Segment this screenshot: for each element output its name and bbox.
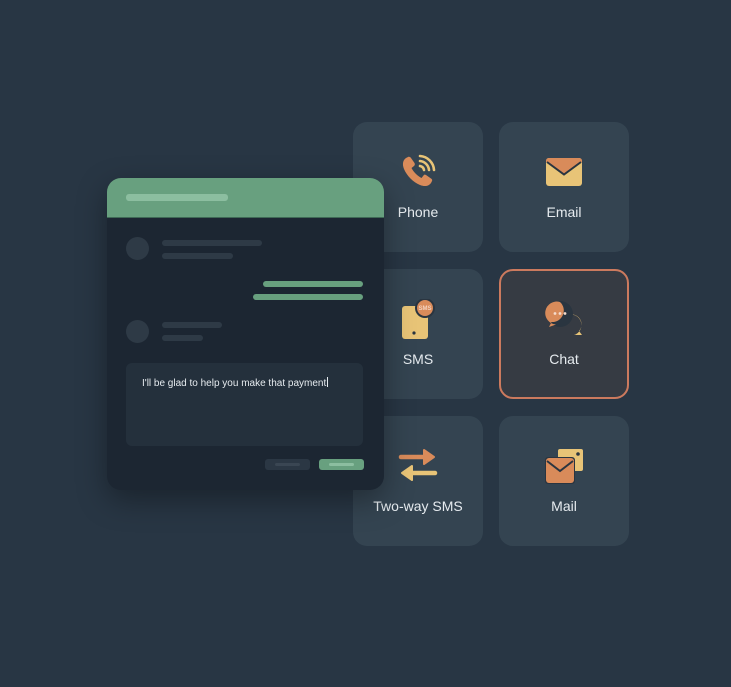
send-button[interactable]: [319, 459, 364, 470]
sms-badge-text: SMS: [418, 306, 431, 312]
channel-label: Email: [546, 204, 582, 220]
incoming-message-line: [162, 253, 233, 259]
composer-text: I'll be glad to help you make that payme…: [142, 378, 327, 389]
agent-avatar: [126, 237, 149, 260]
send-button-label-placeholder: [329, 463, 354, 466]
mail-icon: [545, 449, 583, 484]
chat-bubbles-icon: [545, 301, 582, 335]
outgoing-message-line: [263, 281, 363, 287]
channel-card-mail[interactable]: Mail: [499, 416, 629, 546]
channel-card-email[interactable]: Email: [499, 122, 629, 252]
channel-label: Two-way SMS: [373, 498, 463, 514]
chat-title-placeholder: [126, 194, 228, 201]
two-way-arrows-icon: [398, 449, 438, 481]
chat-window: I'll be glad to help you make that payme…: [107, 178, 384, 490]
channel-label: Chat: [549, 351, 579, 367]
incoming-message-line: [162, 322, 222, 328]
cancel-button-label-placeholder: [275, 463, 300, 466]
incoming-message-line: [162, 240, 262, 246]
chat-header: [107, 178, 384, 218]
envelope-icon: [546, 158, 582, 186]
channel-label: Mail: [551, 498, 577, 514]
text-caret: [327, 377, 329, 387]
cancel-button[interactable]: [265, 459, 310, 470]
sms-phone-icon: SMS: [402, 299, 435, 339]
phone-icon: [402, 154, 436, 187]
message-composer[interactable]: I'll be glad to help you make that payme…: [126, 363, 363, 446]
outgoing-message-line: [253, 294, 363, 300]
channel-card-chat[interactable]: Chat: [499, 269, 629, 399]
incoming-message-line: [162, 335, 203, 341]
agent-avatar: [126, 320, 149, 343]
